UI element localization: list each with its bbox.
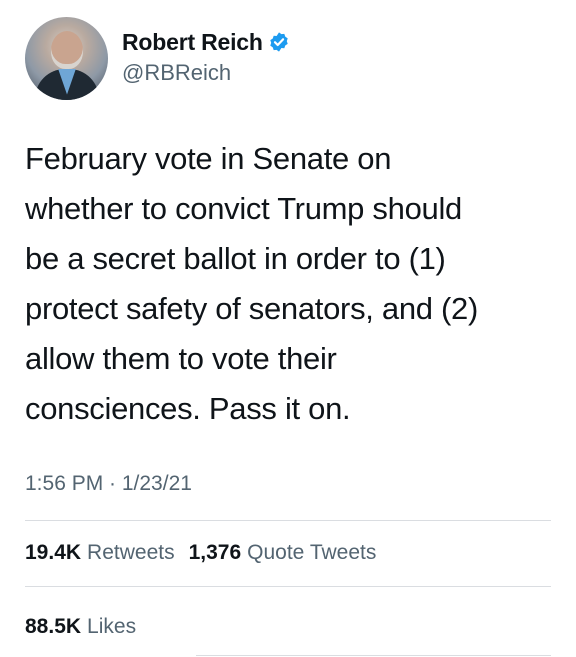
author-handle[interactable]: @RBReich <box>122 58 290 88</box>
divider <box>25 586 551 587</box>
divider <box>25 520 551 521</box>
retweets-label: Retweets <box>87 541 175 564</box>
tweet-text: February vote in Senate on whether to co… <box>25 141 479 426</box>
avatar[interactable] <box>25 16 108 100</box>
retweets-count: 19.4K <box>25 541 82 564</box>
quote-tweets-stat[interactable]: 1,376 Quote Tweets <box>189 538 377 568</box>
tweet-detail: Robert Reich @RBReich February vote in S… <box>0 0 576 657</box>
author-display-name[interactable]: Robert Reich <box>122 28 263 56</box>
verified-badge-icon <box>268 31 290 53</box>
quote-tweets-count: 1,376 <box>188 541 242 564</box>
quote-tweets-label: Quote Tweets <box>247 541 377 564</box>
author-name-row: Robert Reich <box>122 28 290 56</box>
avatar-head <box>51 30 83 69</box>
engagement-stats: 19.4K Retweets 1,376 Quote Tweets <box>25 538 390 568</box>
author-info: Robert Reich @RBReich <box>122 28 290 88</box>
tweet-timestamp[interactable]: 1:56 PM · 1/23/21 <box>25 470 192 498</box>
likes-count: 88.5K <box>25 615 82 638</box>
likes-label: Likes <box>87 615 137 638</box>
tweet-header: Robert Reich @RBReich <box>25 16 290 100</box>
divider <box>196 655 551 656</box>
likes-stat[interactable]: 88.5K Likes <box>25 612 136 642</box>
retweets-stat[interactable]: 19.4K Retweets <box>25 538 175 568</box>
